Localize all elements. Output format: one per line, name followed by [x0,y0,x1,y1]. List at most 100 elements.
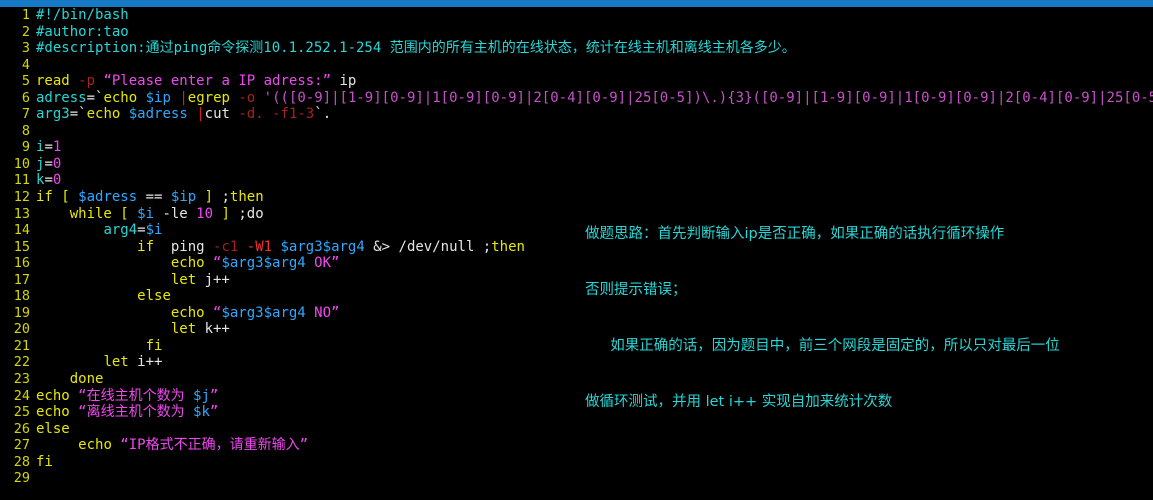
j-increment: j++ [204,271,230,288]
regex-literal: '(([0-9]|[1-9][0-9]|1[0-9][0-9]|2[0-4][0… [263,89,1153,106]
online-count-text: “在线主机个数为 [78,387,194,404]
equals: = [44,172,53,189]
annotation-line: 否则提示错误； [585,281,687,298]
read-keyword: read [36,73,79,90]
line-content: if ping -c1 -W1 $arg3$arg4 &> /dev/null … [36,239,525,255]
code-line: 29 [0,470,1153,487]
code-line: 11 k=0 [0,172,1153,189]
then-keyword: then [491,238,525,255]
comment-token: #author:tao [36,23,129,40]
ip-variable-name: ip [331,73,357,90]
while-keyword: while [69,205,121,222]
ok-text: OK” [305,255,340,272]
code-line: 3 #description:通过ping命令探测10.1.252.1-254 范… [0,40,1153,57]
else-keyword: else [36,420,70,437]
equals: = [86,89,96,106]
line-content: #author:tao [36,24,129,40]
line-number: 24 [13,387,30,404]
k-var: $k [193,404,210,421]
equals: = [69,106,79,123]
close-bracket: ] [221,205,230,222]
line-content: while [ $i -le 10 ] ;do [36,206,264,222]
line-number: 4 [21,56,30,73]
equals: = [44,155,53,172]
echo-keyword: echo [86,106,129,123]
i-var: $i [137,205,155,222]
pipe: | [196,106,205,123]
let-keyword: let [170,271,205,288]
adress-assign: adress [36,89,87,106]
target-address: $arg3$arg4 [280,238,365,255]
line-number: 27 [13,437,30,454]
comment-token: #!/bin/bash [36,7,129,23]
code-line: 10 j=0 [0,156,1153,173]
line-number: 17 [13,271,30,288]
egrep-cmd: egrep [187,89,239,106]
line-content: else [36,421,70,437]
code-line: 4 [0,57,1153,74]
d-option: -d. [238,106,264,123]
equals: = [44,139,53,156]
line-number: 18 [13,288,30,305]
annotation-line: 做循环测试，并用 let i++ 实现自加来统计次数 [585,393,893,410]
line-number: 8 [21,122,30,139]
line-number: 22 [13,354,30,371]
code-line: 2 #author:tao [0,24,1153,41]
line-number: 9 [21,139,30,156]
line-number: 11 [13,172,30,189]
annotation-line: 如果正确的话，因为题目中，前三个网段是固定的，所以只对最后一位 [601,337,1060,354]
ip-var: $ip [145,89,171,106]
backtick: ` [78,106,87,123]
line-number: 5 [21,73,30,90]
code-line: 7 arg3=`echo $adress |cut -d. -f1-3`. [0,106,1153,123]
j-var: $j [193,387,210,404]
line-number: 7 [21,106,30,123]
let-keyword: let [170,321,205,338]
done-keyword: done [69,371,104,388]
line-number: 1 [21,7,30,23]
semicolon: ; [229,205,247,222]
k-value: 0 [52,172,62,189]
line-content: read -p “Please enter a IP adress:” ip [36,73,356,89]
line-number: 21 [13,337,30,354]
arg4-assign: arg4 [103,222,138,239]
equality-op: == [137,189,171,206]
cut-cmd: cut [204,106,239,123]
code-line: 8 [0,123,1153,140]
f-option: -f1-3 [272,106,315,123]
i-increment: i++ [137,354,163,371]
line-number: 10 [13,155,30,172]
equals: = [137,222,146,239]
line-content: arg4=$i [36,222,162,238]
p-option: -p [78,73,96,90]
annotation-note: 做题思路：首先判断输入ip是否正确，如果正确的话执行循环操作 否则提示错误； 如… [585,188,1145,448]
ip-var: $ip [170,189,197,206]
line-number: 23 [13,371,30,388]
line-number: 14 [13,222,30,239]
line-number: 6 [21,89,30,106]
do-keyword: do [246,205,264,222]
line-number: 2 [21,23,30,40]
echo-keyword: echo [170,255,214,272]
echo-keyword: echo [36,387,79,404]
code-line: 5 read -p “Please enter a IP adress:” ip [0,73,1153,90]
arg3-assign: arg3 [36,106,70,123]
o-option: -o [238,89,256,106]
if-keyword: if [36,189,62,206]
then-keyword: then [229,189,264,206]
if-keyword: if [137,238,155,255]
else-keyword: else [137,288,171,305]
c1-option: -c1 [213,238,239,255]
line-number: 20 [13,321,30,338]
